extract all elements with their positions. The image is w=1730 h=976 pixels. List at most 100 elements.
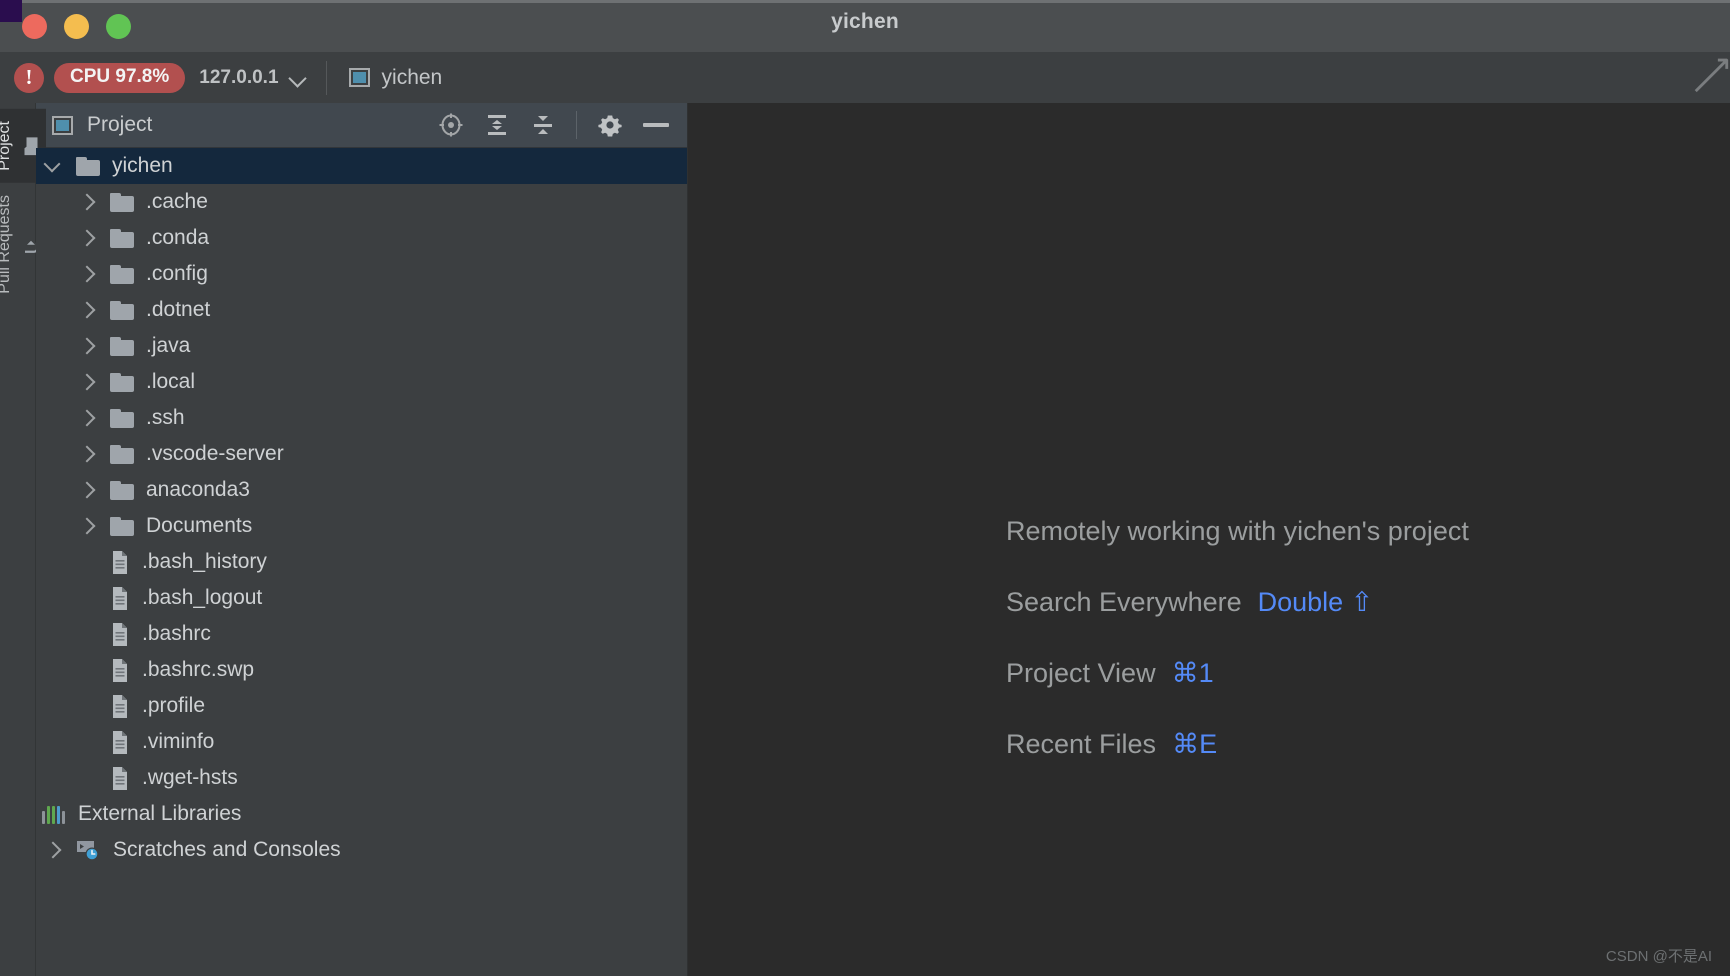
- tree-row[interactable]: .viminfo: [36, 724, 687, 760]
- ide-window: yichen ! CPU 97.8% 127.0.0.1 yichen ⟶ Pr…: [0, 0, 1730, 976]
- tree-row[interactable]: .cache: [36, 184, 687, 220]
- chevron-right-icon[interactable]: [76, 443, 98, 465]
- hide-icon[interactable]: [643, 112, 669, 138]
- tree-row-label: .wget-hsts: [142, 766, 238, 789]
- toolbar-separator: [325, 60, 327, 95]
- tree-row[interactable]: .ssh: [36, 400, 687, 436]
- folder-icon: [110, 444, 134, 464]
- editor-hint-line: Search Everywhere Double ⇧: [1006, 587, 1469, 618]
- tree-row[interactable]: .profile: [36, 688, 687, 724]
- folder-icon: [110, 516, 134, 536]
- chevron-right-icon[interactable]: [76, 515, 98, 537]
- project-chip-label: yichen: [381, 65, 443, 89]
- scratches-icon: [76, 839, 101, 861]
- left-tool-rail: Project Pull Requests: [0, 103, 46, 976]
- editor-hint-shortcut: ⌘1: [1171, 658, 1214, 688]
- editor-hint-line: Project View ⌘1: [1006, 658, 1469, 689]
- tree-row-label: .vscode-server: [146, 442, 284, 465]
- gear-icon[interactable]: [597, 112, 623, 138]
- tree-row[interactable]: .bash_logout: [36, 580, 687, 616]
- minimize-button[interactable]: [64, 13, 89, 39]
- tree-row-label: Documents: [146, 514, 253, 537]
- chevron-right-icon[interactable]: [76, 263, 98, 285]
- editor-hint-line: Remotely working with yichen's project: [1006, 516, 1469, 547]
- tree-row[interactable]: .bashrc: [36, 616, 687, 652]
- tree-row[interactable]: Documents: [36, 508, 687, 544]
- tree-row[interactable]: Scratches and Consoles: [36, 832, 687, 868]
- remote-host-label[interactable]: 127.0.0.1: [199, 67, 278, 89]
- expand-all-icon[interactable]: [484, 112, 510, 138]
- tree-row[interactable]: .conda: [36, 220, 687, 256]
- editor-hint-label: Remotely working with yichen's project: [1006, 516, 1469, 546]
- tree-row-label: .dotnet: [146, 298, 211, 321]
- tree-row-label: External Libraries: [78, 802, 242, 825]
- close-button[interactable]: [22, 13, 47, 39]
- tree-row-label: anaconda3: [146, 478, 250, 501]
- file-icon: [110, 622, 130, 647]
- tree-row[interactable]: .wget-hsts: [36, 760, 687, 796]
- panel-title-label: Project: [87, 113, 153, 136]
- folder-icon: [110, 480, 134, 500]
- error-icon[interactable]: !: [14, 62, 44, 93]
- tree-row-label: .cache: [146, 190, 208, 213]
- watermark: CSDN @不是AI: [1605, 948, 1712, 965]
- project-window-icon: [348, 68, 370, 87]
- file-icon: [110, 550, 130, 575]
- editor-hint-label: Search Everywhere: [1006, 587, 1242, 617]
- editor-hint-label: Project View: [1006, 658, 1156, 688]
- tree-row[interactable]: .dotnet: [36, 292, 687, 328]
- project-window-icon: [52, 115, 73, 135]
- editor-hint-line: Recent Files ⌘E: [1006, 729, 1469, 760]
- rail-tab-label-pull-requests: Pull Requests: [0, 194, 13, 294]
- cpu-usage-badge[interactable]: CPU 97.8%: [54, 62, 186, 93]
- tree-row[interactable]: .vscode-server: [36, 436, 687, 472]
- tree-row-label: .profile: [142, 694, 206, 717]
- collapse-all-icon[interactable]: [530, 112, 556, 138]
- chevron-right-icon[interactable]: [76, 371, 98, 393]
- project-file-tree[interactable]: yichen .cache .conda .config .dotnet .java .lo…: [36, 148, 687, 976]
- tree-row[interactable]: .bash_history: [36, 544, 687, 580]
- chevron-down-icon[interactable]: [287, 69, 307, 88]
- chevron-right-icon[interactable]: [76, 479, 98, 501]
- tree-row-label: .bash_history: [142, 550, 267, 573]
- file-icon: [110, 586, 130, 611]
- hide-bar: [643, 123, 669, 127]
- tree-row-label: Scratches and Consoles: [113, 838, 341, 861]
- editor-empty-hints: Remotely working with yichen's project Se…: [1006, 516, 1469, 760]
- chevron-right-icon[interactable]: [76, 299, 98, 321]
- project-chip[interactable]: yichen: [348, 65, 443, 90]
- chevron-right-icon[interactable]: [42, 839, 64, 861]
- folder-icon: [110, 372, 134, 392]
- chevron-right-icon[interactable]: [76, 335, 98, 357]
- select-opened-file-icon[interactable]: [438, 112, 464, 138]
- tree-row[interactable]: anaconda3: [36, 472, 687, 508]
- external-libraries-icon: [42, 804, 66, 824]
- file-icon: [110, 694, 130, 719]
- tree-row[interactable]: External Libraries: [36, 796, 687, 832]
- chevron-right-icon[interactable]: [76, 407, 98, 429]
- tree-row[interactable]: .bashrc.swp: [36, 652, 687, 688]
- file-icon: [110, 730, 130, 755]
- editor-area: Remotely working with yichen's project Se…: [688, 103, 1730, 976]
- main-toolbar: ! CPU 97.8% 127.0.0.1 yichen ⟶: [0, 44, 1730, 106]
- folder-icon: [76, 156, 100, 176]
- file-icon: [110, 658, 130, 683]
- chevron-right-icon[interactable]: [76, 227, 98, 249]
- tree-row[interactable]: yichen: [36, 148, 687, 184]
- folder-icon: [110, 300, 134, 320]
- workspace: Project Pull Requests Project yichen .ca…: [0, 103, 1730, 976]
- tree-row[interactable]: .local: [36, 364, 687, 400]
- maximize-button[interactable]: [106, 13, 131, 39]
- arrow-icon: ⟶: [1680, 44, 1730, 106]
- desktop-corner: [0, 0, 22, 22]
- folder-icon: [110, 264, 134, 284]
- tree-row-label: .bashrc.swp: [142, 658, 255, 681]
- chevron-right-icon[interactable]: [76, 191, 98, 213]
- tree-row-label: yichen: [112, 154, 173, 177]
- tree-row[interactable]: .java: [36, 328, 687, 364]
- panel-toolbar-separator: [576, 111, 577, 139]
- tree-row-label: .config: [146, 262, 208, 285]
- tree-row[interactable]: .config: [36, 256, 687, 292]
- tree-row-label: .bash_logout: [142, 586, 263, 609]
- chevron-down-icon[interactable]: [42, 155, 64, 177]
